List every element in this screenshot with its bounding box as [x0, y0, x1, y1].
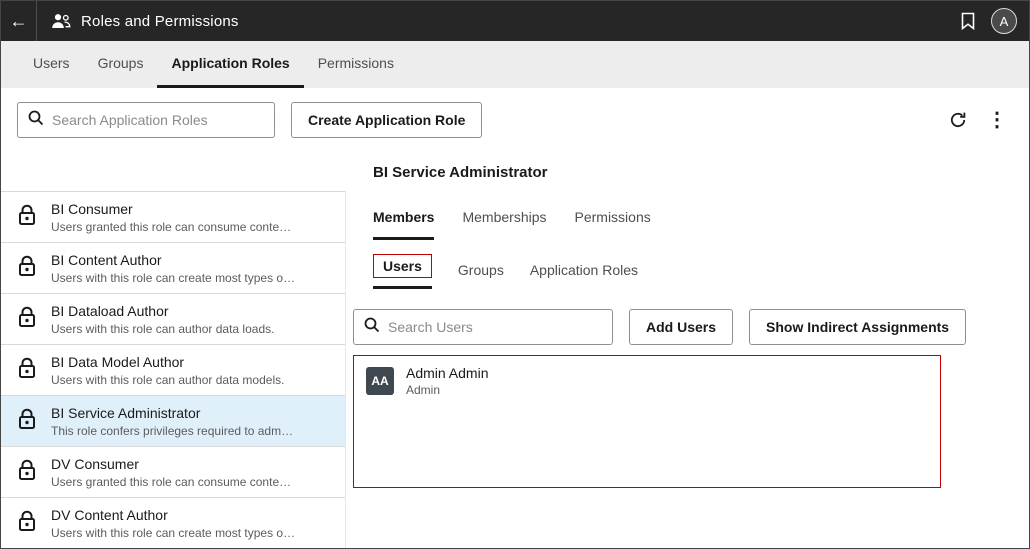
users-search-box	[353, 309, 613, 345]
member-avatar-initials: AA	[371, 374, 388, 388]
bookmark-icon[interactable]	[961, 12, 975, 30]
toolbar: Create Application Role ⋮	[1, 88, 1029, 152]
lock-icon	[17, 408, 37, 435]
lock-icon	[17, 204, 37, 231]
user-avatar[interactable]: A	[991, 8, 1017, 34]
lock-icon	[17, 459, 37, 486]
tab-permissions-label: Permissions	[318, 55, 394, 71]
role-list-item-bi-dataload-author[interactable]: BI Dataload Author Users with this role …	[1, 294, 345, 345]
search-application-roles-input[interactable]	[52, 112, 264, 128]
show-indirect-assignments-button[interactable]: Show Indirect Assignments	[749, 309, 966, 345]
tab-groups-label: Groups	[98, 55, 144, 71]
tab-permissions[interactable]: Permissions	[304, 41, 408, 88]
role-name: BI Dataload Author	[51, 303, 274, 319]
role-desc: This role confers privileges required to…	[51, 424, 293, 438]
application-roles-search-box	[17, 102, 275, 138]
member-list-item[interactable]: AA Admin Admin Admin	[354, 356, 940, 406]
tab-application-roles[interactable]: Application Roles	[157, 41, 303, 88]
search-icon	[28, 110, 44, 131]
top-header-bar: ← Roles and Permissions A	[1, 1, 1029, 41]
role-detail-panel: Members Memberships Permissions Users Gr…	[346, 191, 1029, 549]
role-name: BI Service Administrator	[51, 405, 293, 421]
role-desc: Users with this role can author data loa…	[51, 322, 274, 336]
tab-users[interactable]: Users	[19, 41, 84, 88]
subtab-users[interactable]: Users	[373, 254, 432, 289]
lock-icon	[17, 306, 37, 333]
search-users-input[interactable]	[388, 319, 602, 335]
tab-detail-permissions[interactable]: Permissions	[575, 209, 651, 240]
tab-detail-permissions-label: Permissions	[575, 209, 651, 225]
subtab-application-roles[interactable]: Application Roles	[530, 262, 638, 289]
members-list-highlighted-area: AA Admin Admin Admin	[353, 355, 941, 488]
role-name: BI Content Author	[51, 252, 295, 268]
subtab-groups-label: Groups	[458, 262, 504, 278]
app-window: ← Roles and Permissions A Users	[0, 0, 1030, 549]
subtab-users-highlight-box: Users	[373, 254, 432, 278]
role-name: DV Content Author	[51, 507, 295, 523]
kebab-menu-icon[interactable]: ⋮	[987, 110, 1007, 130]
member-avatar: AA	[366, 367, 394, 395]
role-desc: Users with this role can create most typ…	[51, 271, 295, 285]
search-icon	[364, 317, 380, 338]
tab-memberships-label: Memberships	[462, 209, 546, 225]
role-list-item-bi-service-administrator[interactable]: BI Service Administrator This role confe…	[1, 396, 345, 447]
tab-groups[interactable]: Groups	[84, 41, 158, 88]
role-desc: Users granted this role can consume cont…	[51, 220, 291, 234]
subtab-groups[interactable]: Groups	[458, 262, 504, 289]
selected-role-title: BI Service Administrator	[373, 164, 1029, 181]
create-application-role-button[interactable]: Create Application Role	[291, 102, 482, 138]
lock-icon	[17, 357, 37, 384]
toolbar-right-actions: ⋮	[949, 110, 1013, 130]
role-list-item-dv-content-author[interactable]: DV Content Author Users with this role c…	[1, 498, 345, 549]
lock-icon	[17, 510, 37, 537]
tab-memberships[interactable]: Memberships	[462, 209, 546, 240]
role-name: BI Data Model Author	[51, 354, 284, 370]
role-list-item-bi-data-model-author[interactable]: BI Data Model Author Users with this rol…	[1, 345, 345, 396]
tab-application-roles-label: Application Roles	[171, 55, 289, 71]
roles-people-icon	[51, 13, 71, 29]
header-actions: A	[961, 8, 1029, 34]
members-subtabs: Users Groups Application Roles	[373, 254, 1029, 289]
avatar-initial: A	[1000, 14, 1009, 29]
main-content: BI Consumer Users granted this role can …	[1, 191, 1029, 549]
detail-tabs: Members Memberships Permissions	[373, 209, 1029, 240]
lock-icon	[17, 255, 37, 282]
tab-members-label: Members	[373, 209, 434, 225]
role-list-item-dv-consumer[interactable]: DV Consumer Users granted this role can …	[1, 447, 345, 498]
subtab-users-label: Users	[383, 258, 422, 274]
subtab-application-roles-label: Application Roles	[530, 262, 638, 278]
back-button[interactable]: ←	[1, 1, 37, 41]
tab-members[interactable]: Members	[373, 209, 434, 240]
refresh-icon[interactable]	[949, 111, 967, 129]
role-desc: Users with this role can author data mod…	[51, 373, 284, 387]
role-name: BI Consumer	[51, 201, 291, 217]
tab-users-label: Users	[33, 55, 70, 71]
add-users-button[interactable]: Add Users	[629, 309, 733, 345]
role-desc: Users with this role can create most typ…	[51, 526, 295, 540]
role-desc: Users granted this role can consume cont…	[51, 475, 291, 489]
role-name: DV Consumer	[51, 456, 291, 472]
roles-list-panel: BI Consumer Users granted this role can …	[1, 191, 346, 549]
primary-nav-tabs: Users Groups Application Roles Permissio…	[1, 41, 1029, 88]
page-title: Roles and Permissions	[81, 13, 239, 30]
member-subtitle: Admin	[406, 383, 488, 397]
member-name: Admin Admin	[406, 365, 488, 381]
members-controls: Add Users Show Indirect Assignments	[353, 309, 1029, 345]
back-arrow-icon: ←	[10, 11, 28, 32]
role-list-item-bi-content-author[interactable]: BI Content Author Users with this role c…	[1, 243, 345, 294]
role-list-item-bi-consumer[interactable]: BI Consumer Users granted this role can …	[1, 192, 345, 243]
